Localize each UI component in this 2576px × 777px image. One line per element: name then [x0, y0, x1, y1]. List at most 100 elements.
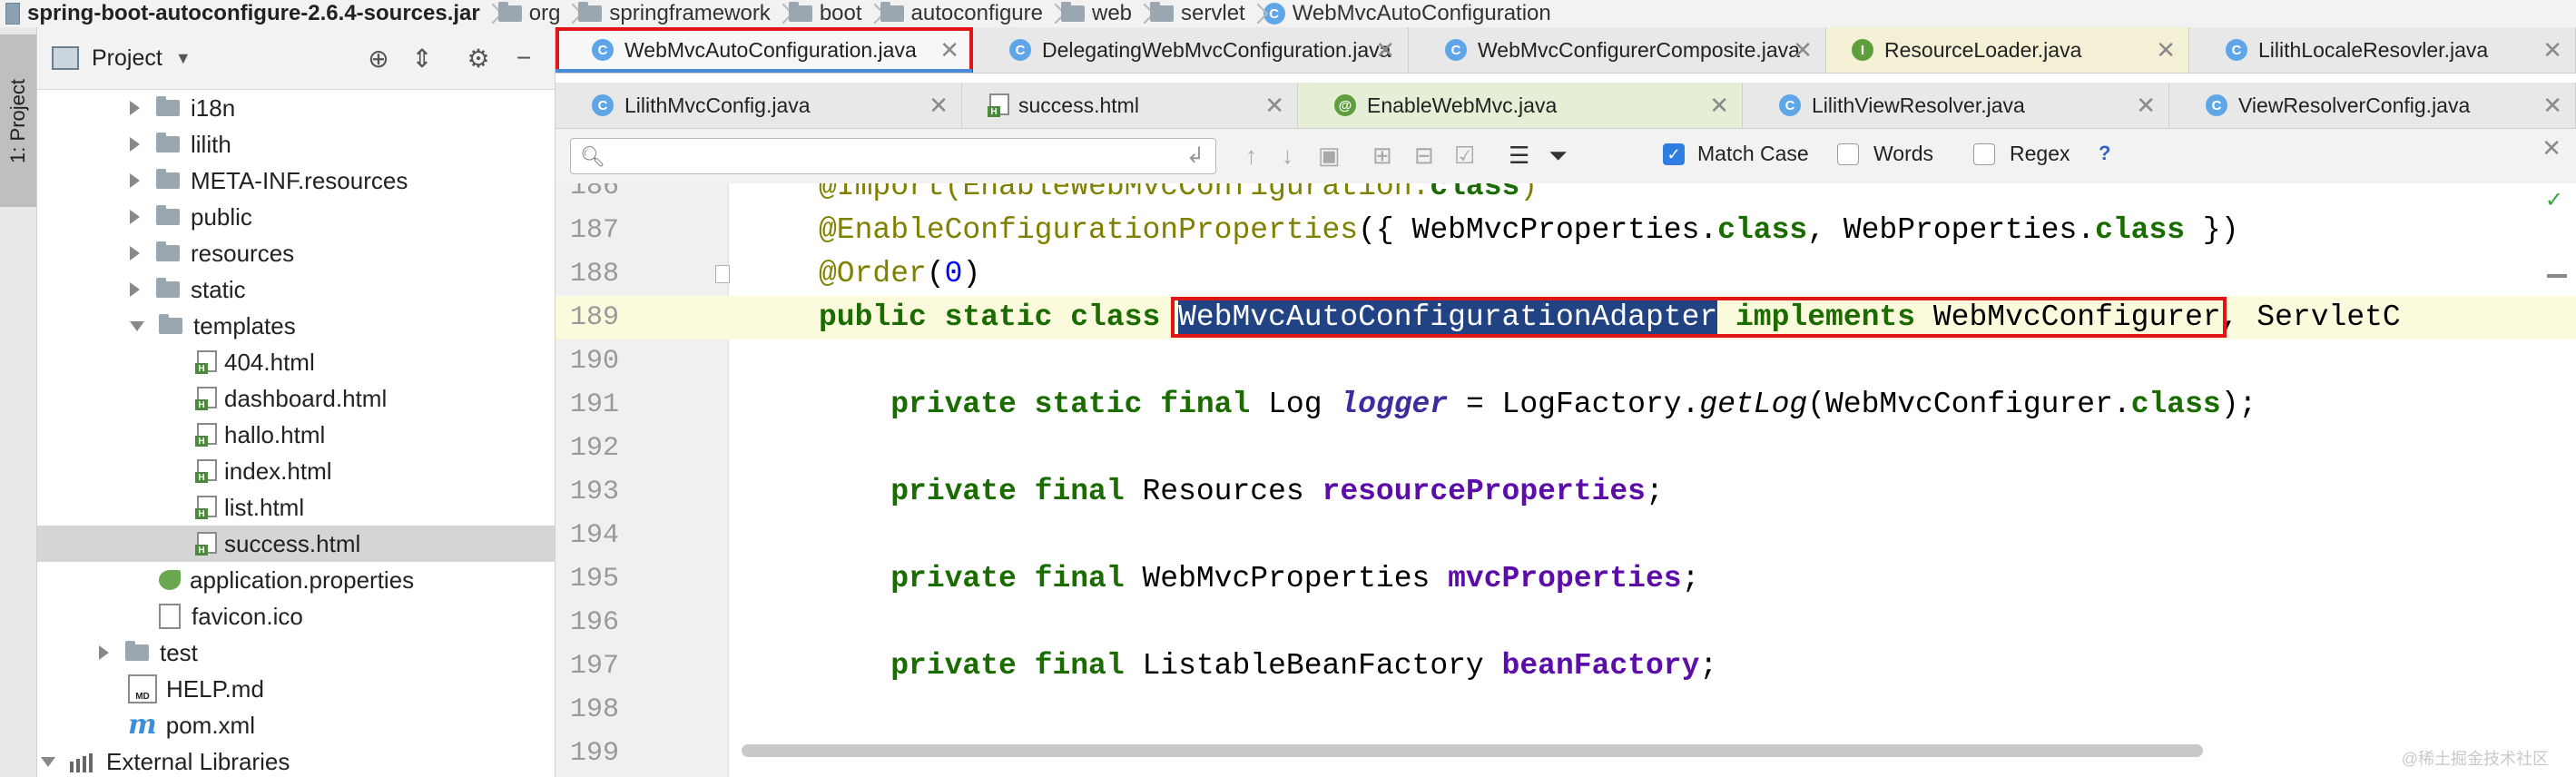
- filter-options-icon[interactable]: ☰: [1509, 142, 1529, 170]
- tab-label: success.html: [1018, 93, 1139, 117]
- search-box[interactable]: 🔍︎ ↲: [570, 138, 1216, 174]
- code-token: private final: [819, 475, 1143, 508]
- breadcrumb-item-webmvcautoconfiguration[interactable]: C WebMvcAutoConfiguration: [1260, 0, 1557, 27]
- line-number: 188: [569, 259, 619, 290]
- breadcrumb-item-autoconfigure[interactable]: autoconfigure: [877, 0, 1048, 27]
- code-line-187[interactable]: 187 @EnableConfigurationProperties({ WebM…: [556, 209, 2576, 252]
- tree-item-404-html[interactable]: H 404.html: [37, 344, 555, 380]
- code-line-190[interactable]: 190: [556, 339, 2576, 383]
- chevron-right-icon[interactable]: [130, 137, 140, 152]
- code-text: @Import(EnableWebMvcConfiguration.class): [819, 183, 1538, 209]
- close-icon[interactable]: ✕: [1709, 92, 1729, 120]
- minimize-icon[interactable]: −: [509, 44, 538, 73]
- filter-icon[interactable]: ⏷: [1549, 142, 1568, 171]
- code-line-194[interactable]: 194: [556, 514, 2576, 557]
- breadcrumb-item-boot[interactable]: boot: [785, 0, 868, 27]
- tab-delegatingwebmvcconfiguration-java[interactable]: C DelegatingWebMvcConfiguration.java ✕: [973, 27, 1409, 73]
- close-icon[interactable]: ✕: [2156, 36, 2176, 64]
- tab-resourceloader-java[interactable]: I ResourceLoader.java ✕: [1826, 27, 2189, 73]
- project-tool-tab[interactable]: 1: Project: [0, 34, 36, 207]
- tree-item-success-html[interactable]: Hsuccess.html: [37, 526, 555, 562]
- search-icon[interactable]: 🔍︎: [580, 145, 605, 169]
- close-icon[interactable]: ✕: [1375, 36, 1395, 64]
- tree-item-help-md[interactable]: MD HELP.md: [37, 671, 555, 707]
- tree-item-resources[interactable]: resources: [37, 235, 555, 271]
- close-icon[interactable]: ✕: [929, 92, 949, 120]
- code-line-196[interactable]: 196: [556, 601, 2576, 644]
- tree-item-lilith[interactable]: lilith: [37, 126, 555, 162]
- find-window-icon[interactable]: ▣: [1318, 142, 1341, 170]
- tree-item-list-html[interactable]: Hlist.html: [37, 489, 555, 526]
- close-icon[interactable]: ✕: [2136, 92, 2156, 120]
- breadcrumb-item-springframework[interactable]: springframework: [575, 0, 775, 27]
- tab-lilithviewresolver-java[interactable]: C LilithViewResolver.java ✕: [1743, 83, 2169, 128]
- tree-item-external-libraries[interactable]: External Libraries: [37, 743, 555, 777]
- gear-icon[interactable]: ⚙: [464, 44, 493, 73]
- tab-viewresolverconfig-java[interactable]: C ViewResolverConfig.java ✕: [2169, 83, 2576, 128]
- project-title[interactable]: Project: [92, 45, 162, 72]
- code-line-192[interactable]: 192: [556, 427, 2576, 470]
- locate-target-icon[interactable]: ⊕: [364, 44, 393, 73]
- code-line-193[interactable]: 193 private final Resources resourceProp…: [556, 470, 2576, 514]
- collapse-all-icon[interactable]: ⇕: [408, 44, 437, 73]
- close-icon[interactable]: ✕: [2542, 92, 2562, 120]
- code-line-188[interactable]: 188 @Order(0): [556, 252, 2576, 296]
- tab-webmvcconfigurercomposite-java[interactable]: C WebMvcConfigurerComposite.java ✕: [1409, 27, 1826, 73]
- tree-item-public[interactable]: public: [37, 199, 555, 235]
- code-line-191[interactable]: 191 private static final Log logger = Lo…: [556, 383, 2576, 427]
- previous-occurrence-icon[interactable]: ↑: [1245, 142, 1257, 170]
- regex-checkbox[interactable]: [1973, 143, 1995, 165]
- match-case-checkbox[interactable]: ✓: [1663, 143, 1685, 165]
- tree-item-static[interactable]: static: [37, 271, 555, 308]
- breadcrumb-item-servlet[interactable]: servlet: [1146, 0, 1251, 27]
- close-icon[interactable]: ✕: [1793, 36, 1813, 64]
- code-line-195[interactable]: 195 private final WebMvcProperties mvcPr…: [556, 557, 2576, 601]
- tab-lilithmvcconfig-java[interactable]: C LilithMvcConfig.java ✕: [556, 83, 962, 128]
- tree-item-hallo-html[interactable]: Hhallo.html: [37, 417, 555, 453]
- chevron-right-icon[interactable]: [130, 101, 140, 115]
- tab-webmvcautoconfiguration-java[interactable]: C WebMvcAutoConfiguration.java ✕: [556, 27, 973, 73]
- new-line-icon[interactable]: ↲: [1186, 143, 1204, 169]
- tree-item-i18n[interactable]: i18n: [37, 90, 555, 126]
- breadcrumb-item-spring-boot-autoconfigure-2-6-4-sources-jar[interactable]: spring-boot-autoconfigure-2.6.4-sources.…: [0, 0, 486, 27]
- words-checkbox[interactable]: [1837, 143, 1859, 165]
- code-line-198[interactable]: 198: [556, 688, 2576, 732]
- close-icon[interactable]: ✕: [2542, 36, 2562, 64]
- tree-item-favicon-ico[interactable]: favicon.ico: [37, 598, 555, 634]
- remove-occurrence-icon[interactable]: ⊟: [1414, 142, 1434, 170]
- chevron-right-icon[interactable]: [130, 173, 140, 188]
- chevron-down-icon[interactable]: [41, 756, 55, 767]
- next-occurrence-icon[interactable]: ↓: [1282, 142, 1293, 170]
- tree-item-application-properties[interactable]: application.properties: [37, 562, 555, 598]
- breadcrumb-item-org[interactable]: org: [495, 0, 566, 27]
- tree-item-index-html[interactable]: Hindex.html: [37, 453, 555, 489]
- add-occurrence-icon[interactable]: ⊞: [1372, 142, 1392, 170]
- close-find-icon[interactable]: ✕: [2542, 134, 2561, 162]
- tab-success-html[interactable]: Hsuccess.html ✕: [962, 83, 1298, 128]
- tab-lilithlocaleresovler-java[interactable]: C LilithLocaleResovler.java ✕: [2189, 27, 2576, 73]
- search-input[interactable]: [615, 143, 1163, 170]
- regex-help-link[interactable]: ?: [2099, 142, 2110, 165]
- tree-item-test[interactable]: test: [37, 634, 555, 671]
- chevron-right-icon[interactable]: [130, 282, 140, 297]
- breadcrumb-item-web[interactable]: web: [1057, 0, 1137, 27]
- chevron-right-icon[interactable]: [130, 246, 140, 261]
- chevron-down-icon[interactable]: ▼: [175, 49, 192, 68]
- horizontal-scrollbar[interactable]: [742, 744, 2203, 757]
- tree-item-templates[interactable]: templates: [37, 308, 555, 344]
- code-editor[interactable]: 186 @Import(EnableWebMvcConfiguration.cla…: [556, 183, 2576, 777]
- close-icon[interactable]: ✕: [939, 36, 959, 64]
- tree-item-meta-inf-resources[interactable]: META-INF.resources: [37, 162, 555, 199]
- tree-item-pom-xml[interactable]: m pom.xml: [37, 707, 555, 743]
- chevron-right-icon[interactable]: [99, 645, 109, 660]
- select-all-occurrences-icon[interactable]: ☑: [1454, 142, 1475, 170]
- chevron-right-icon[interactable]: [130, 210, 140, 224]
- chevron-down-icon[interactable]: [130, 320, 144, 331]
- inspection-ok-icon[interactable]: ✓: [2545, 187, 2563, 213]
- tab-enablewebmvc-java[interactable]: @ EnableWebMvc.java ✕: [1298, 83, 1743, 128]
- error-stripe-mark[interactable]: [2547, 274, 2567, 278]
- tree-item-dashboard-html[interactable]: Hdashboard.html: [37, 380, 555, 417]
- code-line-197[interactable]: 197 private final ListableBeanFactory be…: [556, 644, 2576, 688]
- close-icon[interactable]: ✕: [1264, 92, 1284, 120]
- code-line-186[interactable]: 186 @Import(EnableWebMvcConfiguration.cla…: [556, 183, 2576, 209]
